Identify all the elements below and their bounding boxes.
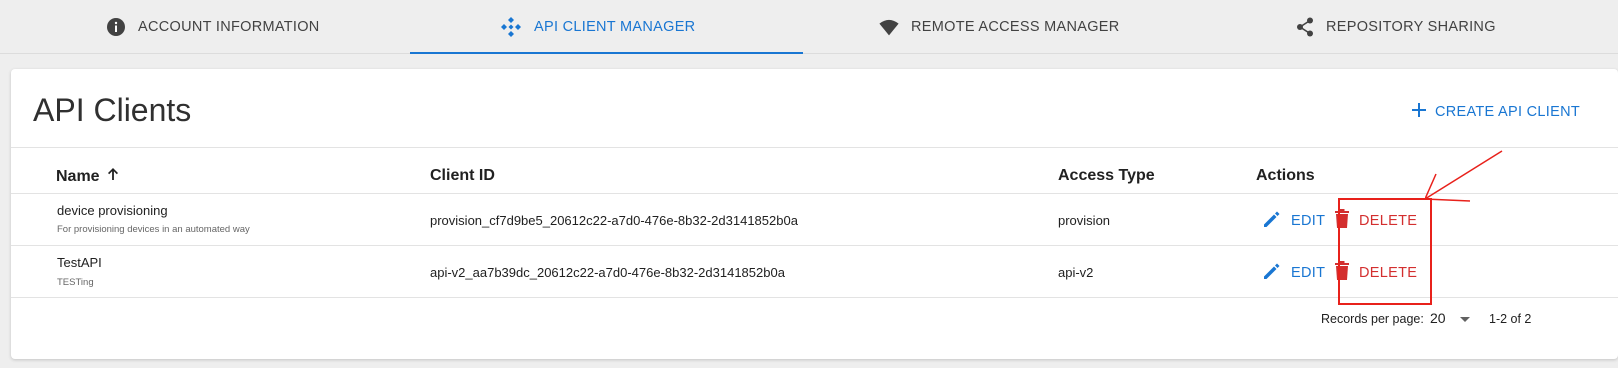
column-header-client-id[interactable]: Client ID: [430, 167, 495, 185]
column-header-label: Client ID: [430, 167, 495, 184]
column-header-name[interactable]: Name: [56, 167, 120, 186]
plus-icon: [1411, 102, 1427, 122]
column-header-label: Access Type: [1058, 167, 1155, 184]
column-header-label: Actions: [1256, 167, 1315, 184]
trash-icon: [1334, 209, 1350, 232]
client-name: device provisioning: [57, 203, 168, 218]
column-header-divider: [11, 193, 1618, 194]
edit-button[interactable]: EDIT: [1262, 209, 1325, 233]
tab-label: REMOTE ACCESS MANAGER: [911, 19, 1120, 35]
tab-label: API CLIENT MANAGER: [534, 19, 696, 35]
card-header: API Clients CREATE API CLIENT: [11, 69, 1618, 151]
tab-label: ACCOUNT INFORMATION: [138, 19, 320, 35]
column-header-access-type[interactable]: Access Type: [1058, 167, 1155, 185]
per-page-value: 20: [1430, 310, 1446, 326]
create-api-client-button[interactable]: CREATE API CLIENT: [1411, 97, 1580, 127]
records-per-page-select[interactable]: 20: [1430, 310, 1470, 326]
header-divider: [11, 147, 1618, 148]
pagination-range: 1-2 of 2: [1489, 312, 1532, 326]
share-icon: [1296, 17, 1314, 37]
delete-label: DELETE: [1359, 264, 1418, 281]
tab-label: REPOSITORY SHARING: [1326, 19, 1496, 35]
row-divider: [11, 297, 1618, 298]
tab-bar: ACCOUNT INFORMATION API CLIENT MANAGER R…: [0, 0, 1618, 54]
edit-button[interactable]: EDIT: [1262, 261, 1325, 285]
info-icon: [106, 17, 126, 37]
column-header-actions: Actions: [1256, 167, 1315, 185]
edit-label: EDIT: [1291, 265, 1326, 281]
tab-account-information[interactable]: ACCOUNT INFORMATION: [106, 0, 320, 54]
pencil-icon: [1262, 261, 1282, 285]
tab-remote-access-manager[interactable]: REMOTE ACCESS MANAGER: [879, 0, 1120, 54]
client-id: provision_cf7d9be5_20612c22-a7d0-476e-8b…: [430, 213, 798, 228]
client-id: api-v2_aa7b39dc_20612c22-a7d0-476e-8b32-…: [430, 265, 785, 280]
delete-button[interactable]: DELETE: [1334, 209, 1417, 232]
arrow-up-icon: [106, 167, 120, 186]
client-name: TestAPI: [57, 255, 102, 270]
api-icon: [500, 16, 522, 38]
delete-button[interactable]: DELETE: [1334, 261, 1417, 284]
records-per-page-label: Records per page:: [1321, 312, 1424, 326]
caret-down-icon: [1459, 310, 1470, 326]
delete-label: DELETE: [1359, 212, 1418, 229]
wifi-icon: [879, 18, 899, 36]
pencil-icon: [1262, 209, 1282, 233]
client-description: TESTing: [57, 277, 94, 288]
trash-icon: [1334, 261, 1350, 284]
page-title: API Clients: [33, 92, 192, 128]
tab-repository-sharing[interactable]: REPOSITORY SHARING: [1296, 0, 1496, 54]
column-header-label: Name: [56, 167, 100, 185]
tab-api-client-manager[interactable]: API CLIENT MANAGER: [500, 0, 695, 54]
client-description: For provisioning devices in an automated…: [57, 224, 250, 235]
access-type: provision: [1058, 213, 1111, 228]
edit-label: EDIT: [1291, 213, 1326, 229]
create-button-label: CREATE API CLIENT: [1434, 104, 1580, 120]
row-divider: [11, 245, 1618, 246]
active-tab-indicator: [410, 52, 803, 54]
access-type: api-v2: [1058, 265, 1094, 280]
